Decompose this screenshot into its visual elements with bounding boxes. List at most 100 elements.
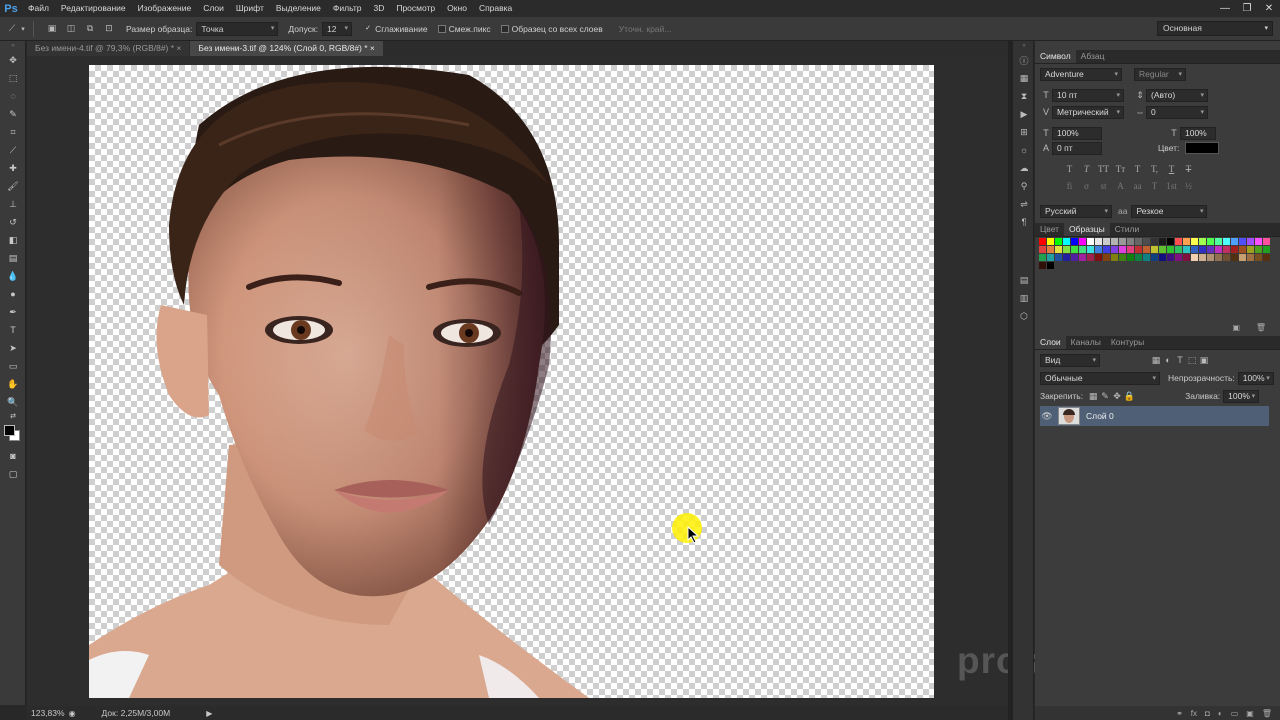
text-color-swatch[interactable] bbox=[1185, 142, 1220, 154]
link-layers-icon[interactable]: ⚭ bbox=[1176, 709, 1183, 718]
tool-presets-panel-icon[interactable]: ⇌ bbox=[1013, 195, 1035, 213]
workspace-select[interactable]: Основная bbox=[1157, 21, 1273, 36]
swatch-color[interactable] bbox=[1239, 238, 1246, 245]
tool-preset-chevron-icon[interactable]: ▾ bbox=[19, 22, 27, 36]
swatch-color[interactable] bbox=[1039, 238, 1046, 245]
quick-mask-icon[interactable]: ◙ bbox=[0, 447, 26, 465]
faux-italic-button[interactable]: T bbox=[1078, 164, 1095, 174]
layer-row[interactable]: 👁 Слой 0 bbox=[1040, 406, 1269, 426]
tracking-select[interactable]: 0 bbox=[1146, 105, 1208, 119]
swatch-color[interactable] bbox=[1087, 238, 1094, 245]
status-menu-arrow-icon[interactable]: ▶ bbox=[206, 709, 212, 718]
brush-tool-icon[interactable]: 🖌 bbox=[0, 177, 26, 195]
swatch-color[interactable] bbox=[1247, 254, 1254, 261]
menu-window[interactable]: Окно bbox=[441, 0, 473, 17]
navigator-panel-icon[interactable]: ⊞ bbox=[1013, 123, 1035, 141]
swatch-color[interactable] bbox=[1247, 238, 1254, 245]
layer-style-icon[interactable]: fx bbox=[1191, 709, 1197, 718]
zoom-level[interactable]: 123,83% bbox=[31, 708, 65, 718]
small-caps-button[interactable]: Tт bbox=[1112, 164, 1129, 174]
font-style-select[interactable]: Regular bbox=[1134, 67, 1186, 81]
language-select[interactable]: Русский bbox=[1040, 204, 1112, 218]
leading-select[interactable]: (Авто) bbox=[1146, 88, 1208, 102]
swatch-color[interactable] bbox=[1207, 238, 1214, 245]
tab-character[interactable]: Символ bbox=[1035, 50, 1076, 63]
contiguous-checkbox[interactable] bbox=[437, 24, 446, 33]
swatch-color[interactable] bbox=[1079, 238, 1086, 245]
add-selection-icon[interactable]: ◫ bbox=[64, 22, 78, 36]
new-selection-icon[interactable]: ▣ bbox=[45, 22, 59, 36]
swatch-color[interactable] bbox=[1135, 254, 1142, 261]
history-panel-icon[interactable]: ⧗ bbox=[1013, 87, 1035, 105]
swatch-color[interactable] bbox=[1079, 254, 1086, 261]
swatch-color[interactable] bbox=[1047, 246, 1054, 253]
swatch-color[interactable] bbox=[1127, 238, 1134, 245]
swatch-color[interactable] bbox=[1039, 262, 1046, 269]
swatch-color[interactable] bbox=[1255, 246, 1262, 253]
swatch-color[interactable] bbox=[1087, 254, 1094, 261]
menu-help[interactable]: Справка bbox=[473, 0, 518, 17]
subtract-selection-icon[interactable]: ⧉ bbox=[83, 22, 97, 36]
swatch-color[interactable] bbox=[1111, 246, 1118, 253]
intersect-selection-icon[interactable]: ⊡ bbox=[102, 22, 116, 36]
swatch-color[interactable] bbox=[1215, 238, 1222, 245]
swatch-color[interactable] bbox=[1175, 238, 1182, 245]
antialias-select[interactable]: Резкое bbox=[1131, 204, 1208, 218]
antialias-checkbox[interactable]: ✓ bbox=[364, 25, 372, 33]
swatch-color[interactable] bbox=[1119, 246, 1126, 253]
menu-layers[interactable]: Слои bbox=[197, 0, 230, 17]
swap-colors-icon[interactable]: ⇄ bbox=[0, 411, 26, 421]
swatch-color[interactable] bbox=[1063, 238, 1070, 245]
eyedropper-tool-icon[interactable]: ⟋ bbox=[5, 22, 19, 36]
menu-filter[interactable]: Фильтр bbox=[327, 0, 368, 17]
eraser-tool-icon[interactable]: ◧ bbox=[0, 231, 26, 249]
close-button[interactable]: ✕ bbox=[1264, 3, 1274, 14]
blur-tool-icon[interactable]: 💧 bbox=[0, 267, 26, 285]
font-family-select[interactable]: Adventure bbox=[1040, 67, 1122, 81]
notes-panel-icon[interactable]: ▥ bbox=[1013, 289, 1035, 307]
swatch-color[interactable] bbox=[1191, 254, 1198, 261]
all-caps-button[interactable]: TT bbox=[1095, 164, 1112, 174]
swatch-color[interactable] bbox=[1095, 254, 1102, 261]
dodge-tool-icon[interactable]: ● bbox=[0, 285, 26, 303]
new-swatch-icon[interactable]: ▣ bbox=[1232, 323, 1240, 332]
tab-paragraph[interactable]: Абзац bbox=[1076, 50, 1110, 63]
swatch-color[interactable] bbox=[1071, 238, 1078, 245]
swatch-color[interactable] bbox=[1199, 238, 1206, 245]
swatch-color[interactable] bbox=[1103, 246, 1110, 253]
swatch-color[interactable] bbox=[1231, 254, 1238, 261]
swatch-color[interactable] bbox=[1175, 246, 1182, 253]
tab-swatches[interactable]: Образцы bbox=[1064, 223, 1110, 236]
stylistic-alternates-button[interactable]: st bbox=[1095, 181, 1112, 191]
actions-panel-icon[interactable]: ▶ bbox=[1013, 105, 1035, 123]
swatch-color[interactable] bbox=[1143, 238, 1150, 245]
swatch-color[interactable] bbox=[1199, 246, 1206, 253]
swatch-color[interactable] bbox=[1111, 254, 1118, 261]
toolbar-collapse-icon[interactable]: » bbox=[0, 41, 26, 51]
swatch-color[interactable] bbox=[1143, 254, 1150, 261]
lock-position-icon[interactable]: ✥ bbox=[1111, 391, 1123, 402]
ligatures-button[interactable]: fi bbox=[1061, 181, 1078, 191]
ordinals-button[interactable]: T bbox=[1146, 181, 1163, 191]
filter-adjust-icon[interactable]: ◐ bbox=[1162, 355, 1174, 365]
layer-name[interactable]: Слой 0 bbox=[1086, 411, 1114, 421]
swatch-color[interactable] bbox=[1159, 254, 1166, 261]
strikethrough-button[interactable]: T bbox=[1180, 164, 1197, 174]
swatch-color[interactable] bbox=[1063, 246, 1070, 253]
swatch-color[interactable] bbox=[1055, 238, 1062, 245]
swatch-color[interactable] bbox=[1047, 238, 1054, 245]
swatch-color[interactable] bbox=[1143, 246, 1150, 253]
color-swatches[interactable] bbox=[0, 421, 26, 447]
3d-panel-icon[interactable]: ⬡ bbox=[1013, 307, 1035, 325]
screen-mode-icon[interactable]: ▢ bbox=[0, 465, 26, 483]
filter-shape-icon[interactable]: ⬚ bbox=[1186, 355, 1198, 366]
refine-edge-button[interactable]: Уточн. край... bbox=[619, 24, 672, 34]
horizontal-scale-input[interactable]: 100% bbox=[1180, 126, 1216, 140]
swatch-color[interactable] bbox=[1039, 246, 1046, 253]
fill-input[interactable]: 100% bbox=[1223, 389, 1260, 403]
filter-type-icon[interactable]: T bbox=[1174, 355, 1186, 365]
layer-filter-select[interactable]: Вид bbox=[1040, 353, 1100, 367]
menu-select[interactable]: Выделение bbox=[270, 0, 327, 17]
discretionary-ligatures-button[interactable]: σ bbox=[1078, 181, 1095, 191]
sample-size-select[interactable]: Точка bbox=[196, 21, 279, 36]
